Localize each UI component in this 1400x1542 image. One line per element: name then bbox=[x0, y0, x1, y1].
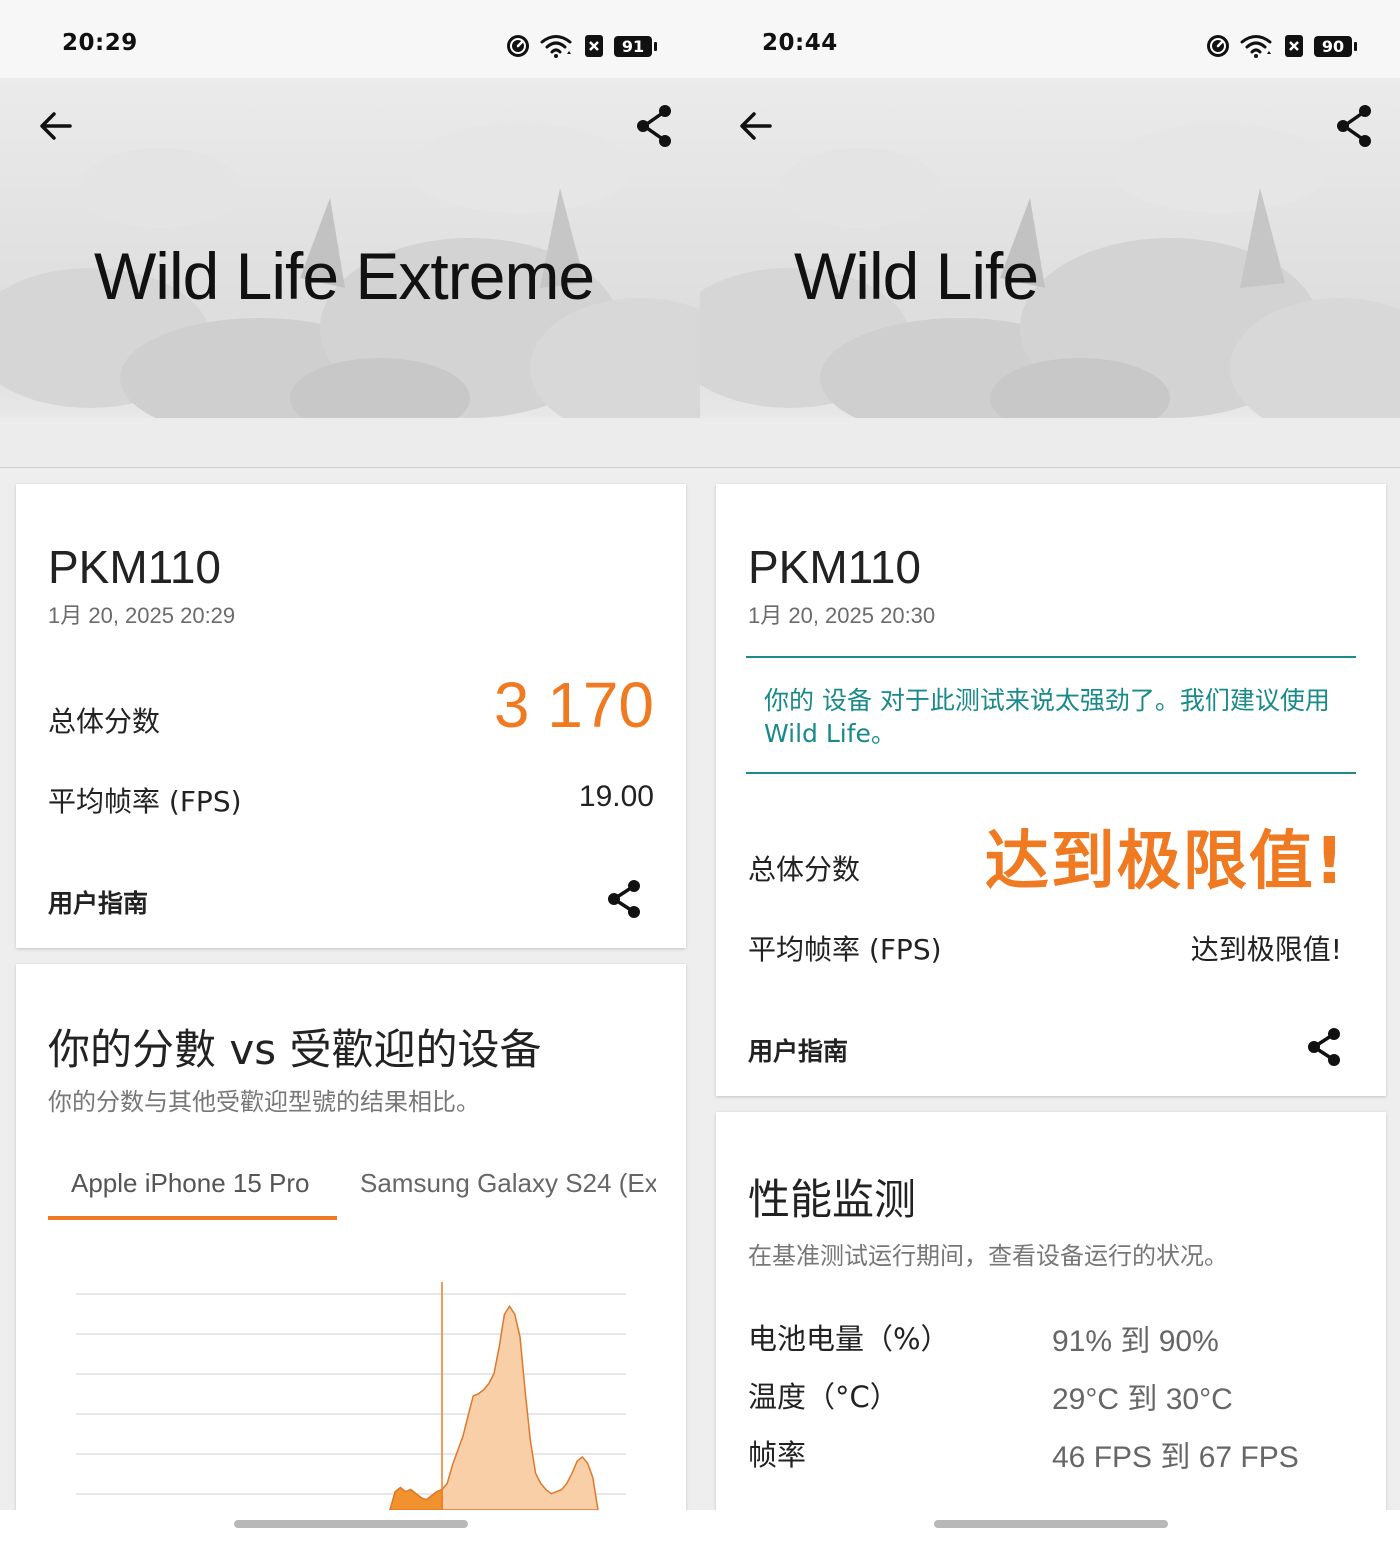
framerate-row-label: 帧率 bbox=[748, 1438, 807, 1472]
user-score-area bbox=[389, 1486, 443, 1511]
score-distribution-chart bbox=[76, 1282, 626, 1511]
benchmark-title: Wild Life Extreme bbox=[94, 239, 595, 313]
share-icon[interactable] bbox=[1332, 102, 1376, 150]
home-gesture-handle[interactable] bbox=[234, 1520, 468, 1528]
device-name: PKM110 bbox=[748, 541, 922, 593]
warning-message: 你的 设备 对于此测试来说太强劲了。我们建议使用 Wild Life。 bbox=[764, 686, 1330, 748]
tab-apple-iphone-15-pro[interactable]: Apple iPhone 15 Pro bbox=[71, 1168, 310, 1199]
battery-level: 90 bbox=[1314, 35, 1357, 57]
overall-score-label: 总体分数 bbox=[748, 853, 861, 886]
user-guide-link[interactable]: 用户指南 bbox=[748, 1032, 848, 1068]
device-name: PKM110 bbox=[48, 541, 222, 593]
distribution-area bbox=[389, 1304, 599, 1511]
notification-x-icon bbox=[1285, 35, 1303, 57]
comparison-subtitle: 你的分数与其他受歡迎型號的结果相比。 bbox=[48, 1088, 480, 1116]
wifi-icon bbox=[1240, 35, 1272, 58]
status-icons: 90 bbox=[1206, 33, 1357, 59]
avg-fps-value: 19.00 bbox=[578, 780, 654, 813]
too-powerful-warning: 你的 设备 对于此测试来说太强劲了。我们建议使用 Wild Life。 bbox=[746, 656, 1356, 774]
battery-row-label: 电池电量（%） bbox=[748, 1322, 950, 1356]
status-time: 20:44 bbox=[762, 30, 838, 56]
active-tab-indicator bbox=[48, 1216, 337, 1220]
tab-samsung-galaxy-s24[interactable]: Samsung Galaxy S24 (Ex bbox=[360, 1168, 656, 1199]
speedometer-icon bbox=[507, 35, 529, 57]
right-phone-screen: 20:44 90 Wild Life PKM110 1月 20, 2025 20… bbox=[700, 0, 1400, 1542]
status-icons: 91 bbox=[506, 33, 657, 59]
overall-score-value: 达到极限值! bbox=[984, 825, 1346, 899]
speedometer-icon bbox=[1207, 35, 1229, 57]
benchmark-hero: Wild Life bbox=[700, 78, 1400, 468]
share-icon[interactable] bbox=[604, 878, 644, 920]
home-gesture-handle[interactable] bbox=[934, 1520, 1168, 1528]
wifi-icon bbox=[540, 35, 572, 58]
device-tabs: Apple iPhone 15 Pro Samsung Galaxy S24 (… bbox=[48, 1164, 656, 1224]
temperature-row-label: 温度（°C） bbox=[748, 1380, 899, 1414]
gesture-nav-bar bbox=[700, 1510, 1400, 1542]
avg-fps-value: 达到极限值! bbox=[1190, 933, 1342, 966]
overall-score-value: 3 170 bbox=[493, 669, 654, 741]
monitor-title: 性能监测 bbox=[748, 1175, 917, 1224]
result-date: 1月 20, 2025 20:30 bbox=[748, 603, 936, 628]
result-card: PKM110 1月 20, 2025 20:29 总体分数 3 170 平均帧率… bbox=[16, 484, 686, 948]
gesture-nav-bar bbox=[0, 1510, 700, 1542]
avg-fps-label: 平均帧率 (FPS) bbox=[748, 933, 942, 966]
result-date: 1月 20, 2025 20:29 bbox=[48, 603, 236, 628]
share-icon[interactable] bbox=[632, 102, 676, 150]
user-guide-link[interactable]: 用户指南 bbox=[48, 884, 148, 920]
comparison-card: 你的分數 vs 受歡迎的设备 你的分数与其他受歡迎型號的结果相比。 Apple … bbox=[16, 964, 686, 1524]
battery-row-value: 91% 到 90% bbox=[1052, 1325, 1219, 1358]
back-arrow-icon[interactable] bbox=[34, 104, 78, 148]
back-arrow-icon[interactable] bbox=[734, 104, 778, 148]
comparison-title: 你的分數 vs 受歡迎的设备 bbox=[48, 1025, 542, 1074]
status-bar: 20:44 90 bbox=[700, 0, 1400, 78]
battery-level: 91 bbox=[614, 35, 657, 57]
monitor-subtitle: 在基准测试运行期间，查看设备运行的状况。 bbox=[748, 1242, 1228, 1270]
benchmark-title: Wild Life bbox=[794, 239, 1039, 313]
result-card: PKM110 1月 20, 2025 20:30 你的 设备 对于此测试来说太强… bbox=[716, 484, 1386, 1096]
framerate-row-value: 46 FPS 到 67 FPS bbox=[1052, 1441, 1299, 1474]
share-icon[interactable] bbox=[1304, 1026, 1344, 1068]
avg-fps-label: 平均帧率 (FPS) bbox=[48, 785, 242, 818]
temperature-row-value: 29°C 到 30°C bbox=[1052, 1383, 1233, 1416]
overall-score-label: 总体分数 bbox=[48, 705, 161, 738]
status-bar: 20:29 91 bbox=[0, 0, 700, 78]
benchmark-hero: Wild Life Extreme bbox=[0, 78, 700, 468]
notification-x-icon bbox=[585, 35, 603, 57]
left-phone-screen: 20:29 91 Wild Life Extreme PKM110 1月 20,… bbox=[0, 0, 700, 1542]
status-time: 20:29 bbox=[62, 30, 138, 56]
performance-monitor-card: 性能监测 在基准测试运行期间，查看设备运行的状况。 电池电量（%） 91% 到 … bbox=[716, 1112, 1386, 1524]
